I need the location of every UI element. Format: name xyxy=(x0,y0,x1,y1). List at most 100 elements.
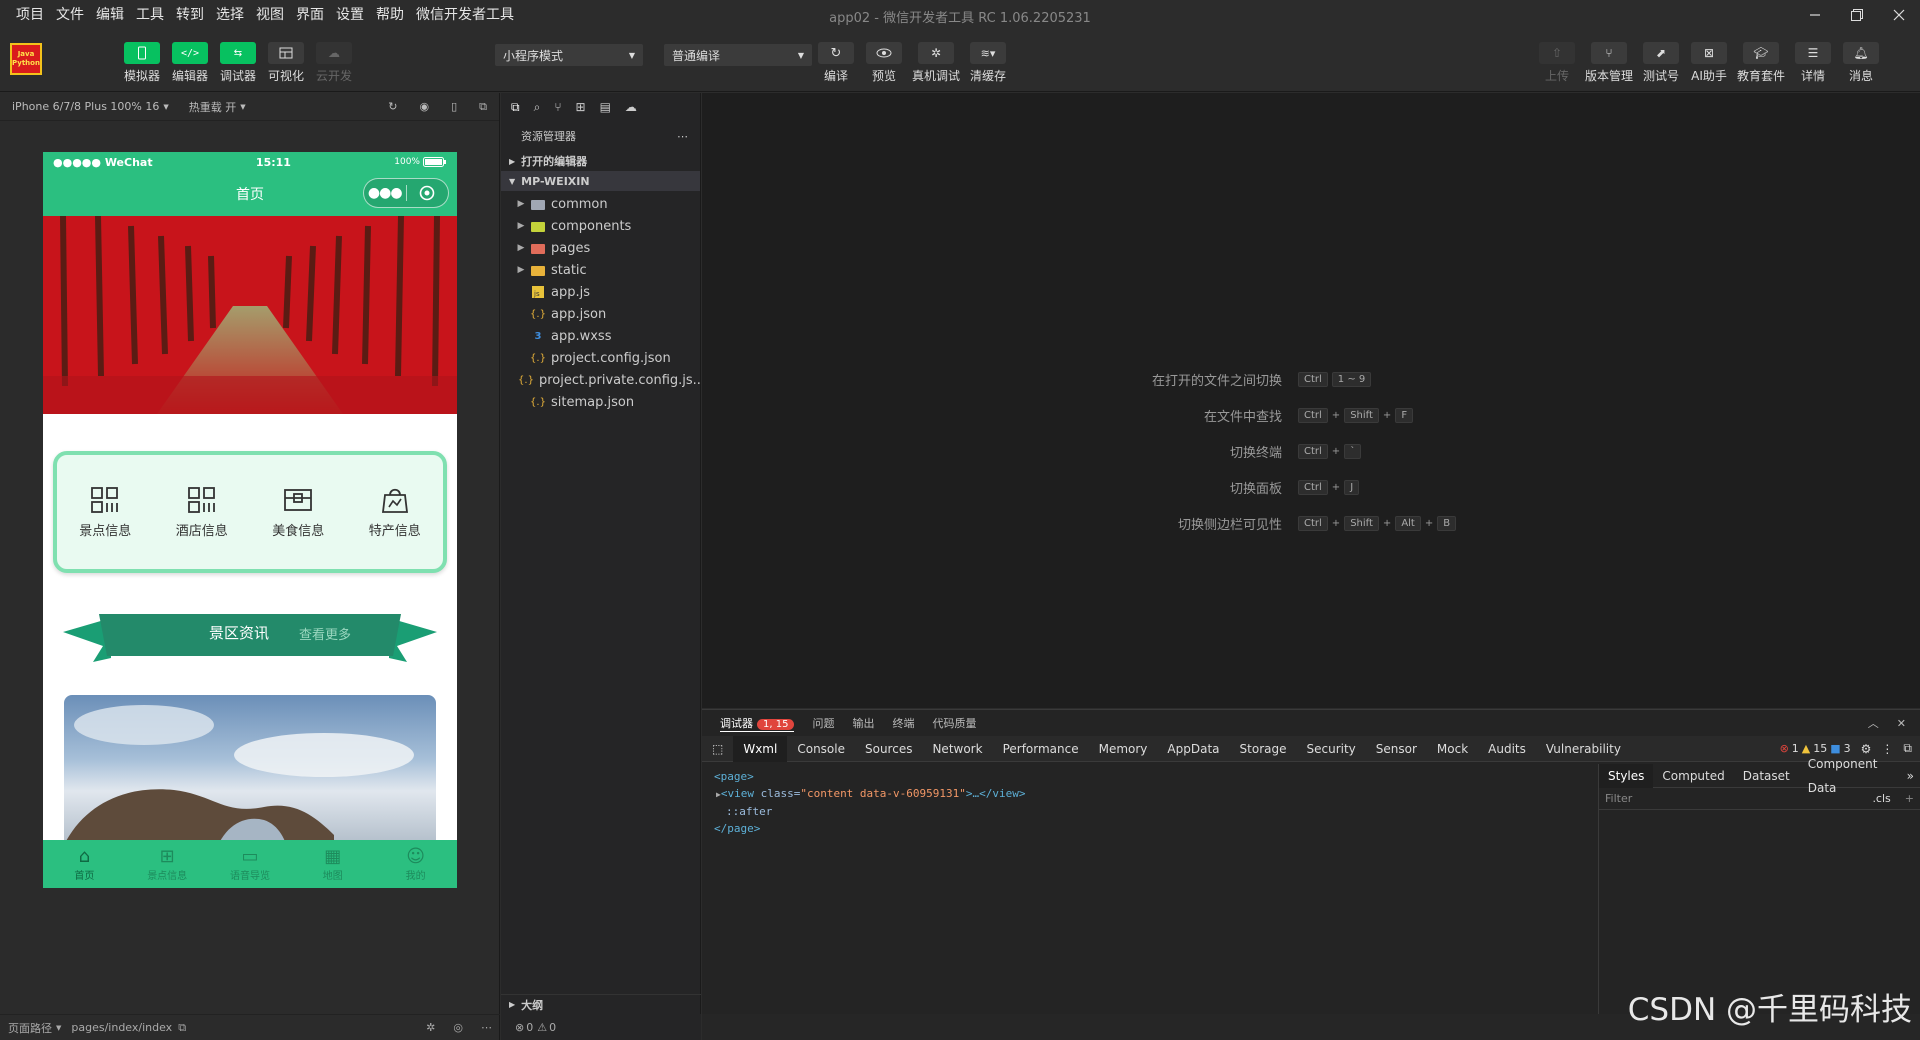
device-icon[interactable]: ▯ xyxy=(451,100,457,114)
upload-button[interactable]: ⇧ 上传 xyxy=(1533,42,1581,84)
visual-button[interactable]: 可视化 xyxy=(262,42,310,84)
docker-icon[interactable]: ☁ xyxy=(625,100,637,114)
tree-file-project-config[interactable]: {.} project.config.json xyxy=(515,347,700,369)
simulator-button[interactable]: 模拟器 xyxy=(118,42,166,84)
tree-file-sitemap[interactable]: {.} sitemap.json xyxy=(515,391,700,413)
more-icon[interactable]: ⋯ xyxy=(677,130,688,143)
collapse-icon[interactable]: ︿ xyxy=(1868,715,1879,731)
menu-tools[interactable]: 工具 xyxy=(130,0,170,30)
tree-file-app-json[interactable]: {.} app.json xyxy=(515,303,700,325)
tab-sensor[interactable]: Sensor xyxy=(1366,736,1427,762)
tab-security[interactable]: Security xyxy=(1296,736,1365,762)
category-hotels[interactable]: 酒店信息 xyxy=(176,486,228,539)
tab-dataset[interactable]: Dataset xyxy=(1734,764,1799,788)
record-icon[interactable]: ◉ xyxy=(419,100,429,114)
test-account-button[interactable]: ⬈ 测试号 xyxy=(1637,42,1685,84)
hot-reload-toggle[interactable]: 热重载 开 xyxy=(189,99,237,115)
category-specialties[interactable]: 特产信息 xyxy=(369,486,421,539)
restore-button[interactable] xyxy=(1836,0,1878,30)
popout-icon[interactable]: ⧉ xyxy=(479,100,487,114)
close-icon[interactable]: ✕ xyxy=(1897,717,1906,730)
tab-profile[interactable]: ☺ 我的 xyxy=(374,840,457,888)
open-editors-section[interactable]: ▶ 打开的编辑器 xyxy=(501,151,700,171)
chevron-right-icon[interactable]: » xyxy=(1907,769,1914,783)
close-mini-icon[interactable] xyxy=(407,185,449,201)
tab-performance[interactable]: Performance xyxy=(993,736,1089,762)
tree-file-app-js[interactable]: js app.js xyxy=(515,281,700,303)
tree-folder-components[interactable]: ▶ components xyxy=(515,215,700,237)
menu-edit[interactable]: 编辑 xyxy=(90,0,130,30)
remote-debug-button[interactable]: ✲ 真机调试 xyxy=(908,42,964,84)
search-icon[interactable]: ⌕ xyxy=(534,100,541,115)
page-path-label[interactable]: 页面路径 xyxy=(8,1020,52,1036)
add-icon[interactable]: + xyxy=(1905,792,1914,805)
tab-terminal[interactable]: 终端 xyxy=(892,715,914,731)
menu-file[interactable]: 文件 xyxy=(50,0,90,30)
tab-storage[interactable]: Storage xyxy=(1230,736,1297,762)
tab-map[interactable]: ▦ 地图 xyxy=(291,840,374,888)
device-select[interactable]: iPhone 6/7/8 Plus 100% 16 xyxy=(12,100,159,113)
compile-button[interactable]: ↻ 编译 xyxy=(812,42,860,84)
education-button[interactable]: 🎓︎ 教育套件 xyxy=(1733,42,1789,84)
menu-settings[interactable]: 设置 xyxy=(330,0,370,30)
mode-select[interactable]: 小程序模式 ▼ xyxy=(495,44,643,66)
tab-wxml[interactable]: Wxml xyxy=(733,735,788,762)
more-icon[interactable]: ●●● xyxy=(364,185,406,201)
tab-console[interactable]: Console xyxy=(787,736,855,762)
view-more-link[interactable]: 查看更多 xyxy=(299,624,351,643)
messages-button[interactable]: 🔔︎ 消息 xyxy=(1837,42,1885,84)
tree-folder-pages[interactable]: ▶ pages xyxy=(515,237,700,259)
tab-mock[interactable]: Mock xyxy=(1427,736,1478,762)
tab-audits[interactable]: Audits xyxy=(1478,736,1536,762)
category-food[interactable]: 美食信息 xyxy=(272,486,324,539)
menu-project[interactable]: 项目 xyxy=(10,0,50,30)
more-icon[interactable]: ⋯ xyxy=(481,1021,492,1034)
tab-home[interactable]: ⌂ 首页 xyxy=(43,840,126,888)
tab-styles[interactable]: Styles xyxy=(1599,763,1654,788)
category-attractions[interactable]: 景点信息 xyxy=(79,486,131,539)
extensions-icon[interactable]: ⊞ xyxy=(576,100,586,114)
tab-memory[interactable]: Memory xyxy=(1089,736,1158,762)
editor-button[interactable]: </> 编辑器 xyxy=(166,42,214,84)
minimize-button[interactable] xyxy=(1794,0,1836,30)
dom-node-after[interactable]: ::after xyxy=(714,803,1590,820)
eye-icon[interactable]: ◎ xyxy=(453,1021,463,1034)
debugger-button[interactable]: ⇆ 调试器 xyxy=(214,42,262,84)
filter-input[interactable]: Filter xyxy=(1605,792,1632,805)
menu-help[interactable]: 帮助 xyxy=(370,0,410,30)
tree-file-project-private-config[interactable]: {.} project.private.config.js... xyxy=(515,369,705,391)
tab-appdata[interactable]: AppData xyxy=(1157,736,1229,762)
tree-file-app-wxss[interactable]: 3 app.wxss xyxy=(515,325,700,347)
news-image[interactable] xyxy=(64,695,436,855)
tab-computed[interactable]: Computed xyxy=(1653,764,1733,788)
copy-icon[interactable]: ⧉ xyxy=(178,1021,186,1035)
menu-goto[interactable]: 转到 xyxy=(170,0,210,30)
menu-wechat-devtools[interactable]: 微信开发者工具 xyxy=(410,0,520,30)
files-icon[interactable]: ⧉ xyxy=(511,100,520,115)
template-icon[interactable]: ▤ xyxy=(600,100,611,114)
clear-cache-button[interactable]: ≋▾ 清缓存 xyxy=(964,42,1012,84)
bug-icon[interactable]: ✲ xyxy=(426,1021,435,1034)
branch-icon[interactable]: ⑂ xyxy=(554,100,561,114)
tree-folder-common[interactable]: ▶ common xyxy=(515,193,700,215)
avatar[interactable]: Java Python xyxy=(10,43,42,75)
tab-sources[interactable]: Sources xyxy=(855,736,922,762)
preview-button[interactable]: 预览 xyxy=(860,42,908,84)
ai-assistant-button[interactable]: ⊠ AI助手 xyxy=(1685,42,1733,84)
compile-select[interactable]: 普通编译 ▼ xyxy=(664,44,812,66)
tab-audio-guide[interactable]: ▭ 语音导览 xyxy=(209,840,292,888)
details-button[interactable]: ☰ 详情 xyxy=(1789,42,1837,84)
dom-node-page[interactable]: <page> xyxy=(714,768,1590,785)
dom-node-view[interactable]: ▶<view class="content data-v-60959131">…… xyxy=(714,785,1590,803)
tab-code-quality[interactable]: 代码质量 xyxy=(932,715,976,731)
capsule-button[interactable]: ●●● xyxy=(363,178,449,208)
tab-network[interactable]: Network xyxy=(922,736,992,762)
banner-image[interactable] xyxy=(43,216,457,414)
inspect-icon[interactable]: ⬚ xyxy=(702,742,733,756)
tab-vulnerability[interactable]: Vulnerability xyxy=(1536,736,1631,762)
cloud-button[interactable]: ☁ 云开发 xyxy=(310,42,358,84)
tab-output[interactable]: 输出 xyxy=(852,715,874,731)
tab-debugger[interactable]: 调试器 1, 15 xyxy=(720,715,795,732)
tab-attractions[interactable]: ⊞ 景点信息 xyxy=(126,840,209,888)
cls-toggle[interactable]: .cls xyxy=(1872,792,1890,805)
